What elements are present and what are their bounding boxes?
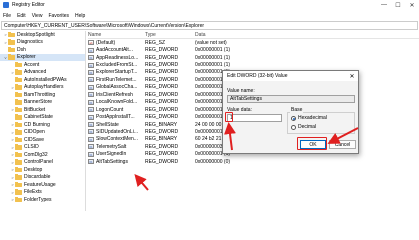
arrow-to-value-data bbox=[224, 122, 236, 151]
annotation-arrows bbox=[134, 122, 359, 191]
arrow-to-ok-button bbox=[327, 127, 359, 144]
arrow-to-alttabsettings bbox=[134, 173, 149, 191]
